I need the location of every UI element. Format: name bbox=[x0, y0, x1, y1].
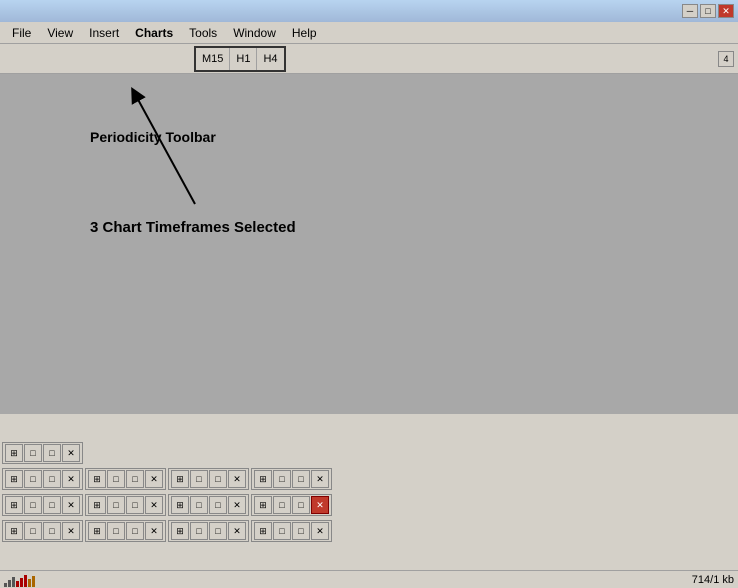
chart-btn-z3[interactable]: □ bbox=[43, 522, 61, 540]
chart-btn-z2[interactable]: □ bbox=[24, 522, 42, 540]
menu-charts[interactable]: Charts bbox=[127, 24, 181, 42]
chart-btn-z1[interactable]: ⊞ bbox=[5, 522, 23, 540]
chart-btn-ac2[interactable]: □ bbox=[273, 522, 291, 540]
chart-btn-z4[interactable]: ✕ bbox=[62, 522, 80, 540]
chart-group-2-2: ⊞ □ □ ✕ bbox=[85, 468, 166, 490]
chart-btn-s4[interactable]: ✕ bbox=[145, 470, 163, 488]
chart-btn-y2[interactable]: □ bbox=[273, 496, 291, 514]
chart-btn-w4[interactable]: ✕ bbox=[145, 496, 163, 514]
chart-btn-w3[interactable]: □ bbox=[126, 496, 144, 514]
tab-row-2: ⊞ □ □ ✕ ⊞ □ □ ✕ ⊞ □ □ ✕ ⊞ □ □ ✕ bbox=[0, 466, 738, 492]
menu-help[interactable]: Help bbox=[284, 24, 325, 42]
chart-btn-ac1[interactable]: ⊞ bbox=[254, 522, 272, 540]
chart-group-4-2: ⊞ □ □ ✕ bbox=[85, 520, 166, 542]
menu-tools[interactable]: Tools bbox=[181, 24, 225, 42]
period-m15-button[interactable]: M15 bbox=[196, 48, 230, 70]
chart-btn-close[interactable]: ✕ bbox=[62, 444, 80, 462]
tab-row-3: ⊞ □ □ ✕ ⊞ □ □ ✕ ⊞ □ □ ✕ ⊞ □ □ ✕ bbox=[0, 492, 738, 518]
chart-btn-s2[interactable]: □ bbox=[107, 470, 125, 488]
chart-btn-r3[interactable]: □ bbox=[43, 470, 61, 488]
chart-btn-min[interactable]: □ bbox=[43, 444, 61, 462]
toolbar-area: M15 H1 H4 4 bbox=[0, 44, 738, 74]
chart-btn-v2[interactable]: □ bbox=[24, 496, 42, 514]
chart-btn-aa2[interactable]: □ bbox=[107, 522, 125, 540]
chart-btn-y4-close-red[interactable]: ✕ bbox=[311, 496, 329, 514]
chart-btn-ab3[interactable]: □ bbox=[209, 522, 227, 540]
chart-btn-t2[interactable]: □ bbox=[190, 470, 208, 488]
chart-btn-ac4[interactable]: ✕ bbox=[311, 522, 329, 540]
chart-btn-y3[interactable]: □ bbox=[292, 496, 310, 514]
title-bar: ─ □ ✕ bbox=[0, 0, 738, 22]
chart-group-1-1: ⊞ □ □ ✕ bbox=[2, 442, 83, 464]
chart-btn-u1[interactable]: ⊞ bbox=[254, 470, 272, 488]
menu-insert[interactable]: Insert bbox=[81, 24, 127, 42]
chart-btn-u3[interactable]: □ bbox=[292, 470, 310, 488]
chart-btn-u2[interactable]: □ bbox=[273, 470, 291, 488]
annotation-label: Periodicity Toolbar bbox=[90, 129, 216, 145]
restore-button[interactable]: □ bbox=[700, 4, 716, 18]
menu-view[interactable]: View bbox=[39, 24, 81, 42]
chart-btn-u4[interactable]: ✕ bbox=[311, 470, 329, 488]
chart-group-4-3: ⊞ □ □ ✕ bbox=[168, 520, 249, 542]
chart-btn-t3[interactable]: □ bbox=[209, 470, 227, 488]
chart-btn-ab2[interactable]: □ bbox=[190, 522, 208, 540]
chart-btn-aa1[interactable]: ⊞ bbox=[88, 522, 106, 540]
timeframes-label: 3 Chart Timeframes Selected bbox=[90, 219, 296, 236]
periodicity-toolbar: M15 H1 H4 bbox=[194, 46, 286, 72]
menu-bar: File View Insert Charts Tools Window Hel… bbox=[0, 22, 738, 44]
chart-btn-w2[interactable]: □ bbox=[107, 496, 125, 514]
toolbar-scroll-right[interactable]: 4 bbox=[718, 51, 734, 67]
chart-btn-r1[interactable]: ⊞ bbox=[5, 470, 23, 488]
status-info: 714/1 kb bbox=[692, 574, 734, 586]
chart-btn-r2[interactable]: □ bbox=[24, 470, 42, 488]
chart-btn-aa3[interactable]: □ bbox=[126, 522, 144, 540]
chart-btn-t1[interactable]: ⊞ bbox=[171, 470, 189, 488]
chart-btn-ab1[interactable]: ⊞ bbox=[171, 522, 189, 540]
chart-group-3-4: ⊞ □ □ ✕ bbox=[251, 494, 332, 516]
chart-btn-y1[interactable]: ⊞ bbox=[254, 496, 272, 514]
close-button[interactable]: ✕ bbox=[718, 4, 734, 18]
chart-btn-aa4[interactable]: ✕ bbox=[145, 522, 163, 540]
chart-btn-s1[interactable]: ⊞ bbox=[88, 470, 106, 488]
bottom-panel: ⊞ □ □ ✕ ⊞ □ □ ✕ ⊞ □ □ ✕ ⊞ □ □ ✕ ⊞ □ □ bbox=[0, 440, 738, 588]
tab-row-4: ⊞ □ □ ✕ ⊞ □ □ ✕ ⊞ □ □ ✕ ⊞ □ □ ✕ bbox=[0, 518, 738, 544]
chart-group-4-1: ⊞ □ □ ✕ bbox=[2, 520, 83, 542]
chart-group-3-3: ⊞ □ □ ✕ bbox=[168, 494, 249, 516]
bar-chart-indicator bbox=[4, 573, 35, 587]
period-h1-button[interactable]: H1 bbox=[230, 48, 257, 70]
chart-group-2-1: ⊞ □ □ ✕ bbox=[2, 468, 83, 490]
period-h4-button[interactable]: H4 bbox=[257, 48, 283, 70]
chart-btn-v4[interactable]: ✕ bbox=[62, 496, 80, 514]
chart-btn-v1[interactable]: ⊞ bbox=[5, 496, 23, 514]
menu-window[interactable]: Window bbox=[225, 24, 284, 42]
chart-group-3-2: ⊞ □ □ ✕ bbox=[85, 494, 166, 516]
chart-btn-r4[interactable]: ✕ bbox=[62, 470, 80, 488]
chart-btn-s3[interactable]: □ bbox=[126, 470, 144, 488]
chart-btn-ab4[interactable]: ✕ bbox=[228, 522, 246, 540]
chart-btn-x1[interactable]: ⊞ bbox=[171, 496, 189, 514]
chart-btn-x4[interactable]: ✕ bbox=[228, 496, 246, 514]
menu-file[interactable]: File bbox=[4, 24, 39, 42]
chart-group-2-3: ⊞ □ □ ✕ bbox=[168, 468, 249, 490]
chart-group-3-1: ⊞ □ □ ✕ bbox=[2, 494, 83, 516]
chart-btn-restore2[interactable]: □ bbox=[24, 444, 42, 462]
chart-btn-x3[interactable]: □ bbox=[209, 496, 227, 514]
volume-icon bbox=[4, 573, 35, 587]
chart-btn-t4[interactable]: ✕ bbox=[228, 470, 246, 488]
chart-btn-x2[interactable]: □ bbox=[190, 496, 208, 514]
chart-btn-w1[interactable]: ⊞ bbox=[88, 496, 106, 514]
main-content: Periodicity Toolbar 3 Chart Timeframes S… bbox=[0, 74, 738, 414]
chart-btn-restore[interactable]: ⊞ bbox=[5, 444, 23, 462]
minimize-button[interactable]: ─ bbox=[682, 4, 698, 18]
chart-group-4-4: ⊞ □ □ ✕ bbox=[251, 520, 332, 542]
chart-btn-v3[interactable]: □ bbox=[43, 496, 61, 514]
chart-btn-ac3[interactable]: □ bbox=[292, 522, 310, 540]
tab-row-1: ⊞ □ □ ✕ bbox=[0, 440, 738, 466]
chart-group-2-4: ⊞ □ □ ✕ bbox=[251, 468, 332, 490]
status-bar: 714/1 kb bbox=[0, 570, 738, 588]
